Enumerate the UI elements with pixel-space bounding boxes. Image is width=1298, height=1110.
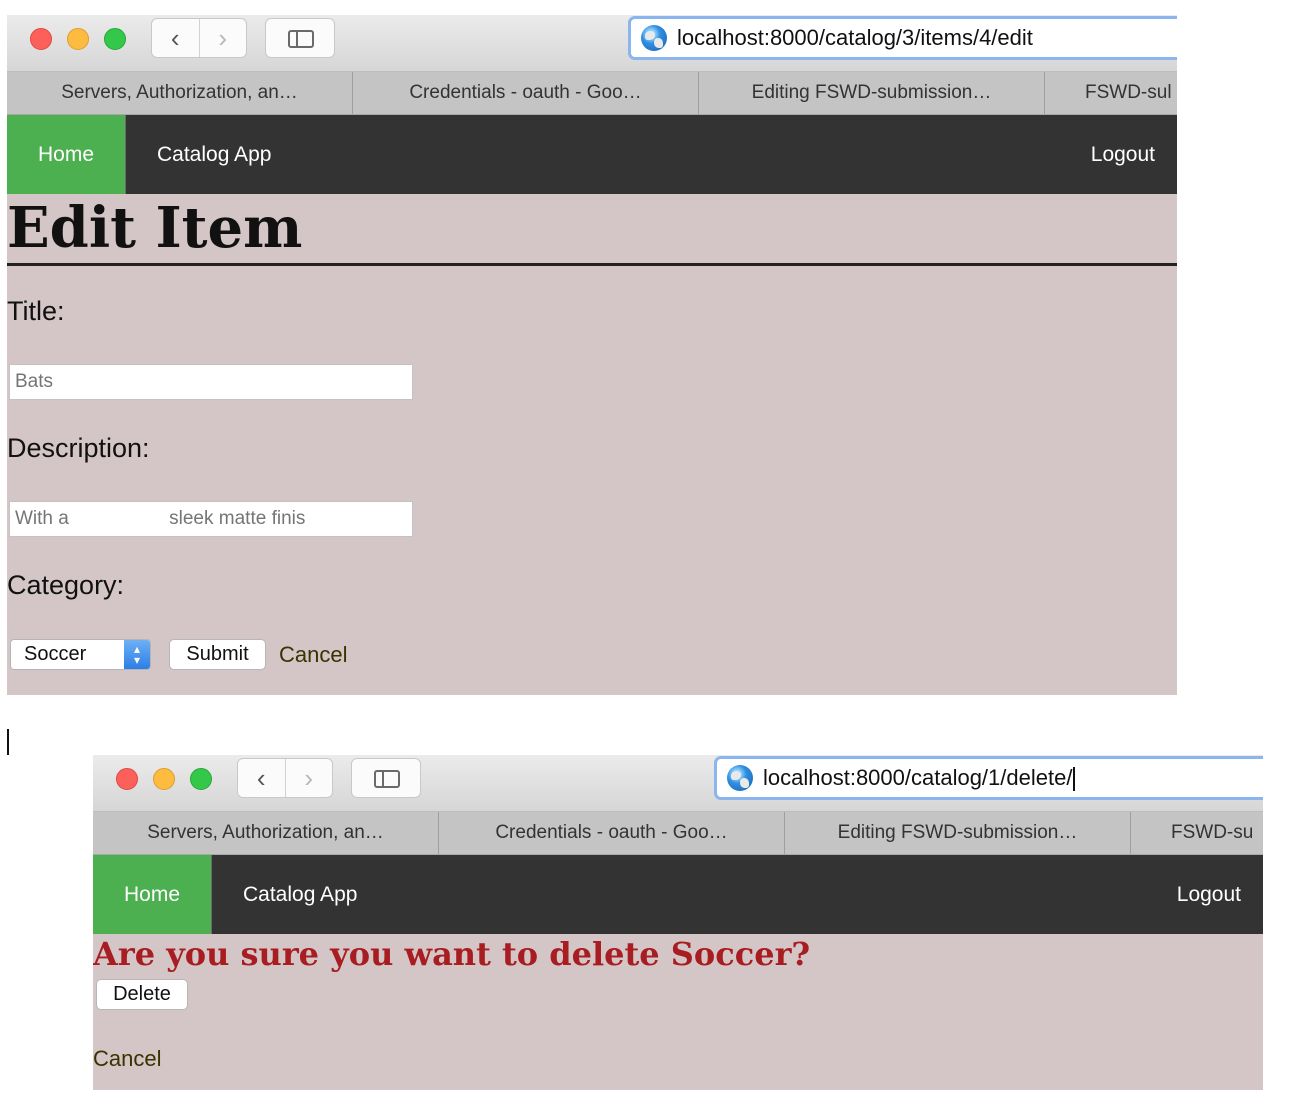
category-label: Category: bbox=[7, 570, 125, 600]
tab-servers[interactable]: Servers, Authorization, an… bbox=[7, 72, 353, 114]
tab-editing-submission[interactable]: Editing FSWD-submission… bbox=[699, 72, 1045, 114]
tab-credentials[interactable]: Credentials - oauth - Goo… bbox=[439, 812, 785, 854]
history-nav: ‹ › bbox=[151, 18, 247, 58]
browser-window-edit: ‹ › localhost:8000/catalog/3/items/4/edi… bbox=[7, 15, 1177, 695]
globe-icon bbox=[641, 25, 667, 51]
delete-button[interactable]: Delete bbox=[96, 979, 188, 1010]
sidebar-toggle-button[interactable] bbox=[351, 758, 421, 798]
delete-confirmation-heading: Are you sure you want to delete Soccer? bbox=[93, 935, 811, 973]
page-content: Are you sure you want to delete Soccer? … bbox=[93, 934, 1263, 1090]
globe-icon bbox=[727, 765, 753, 791]
tab-bar: Servers, Authorization, an… Credentials … bbox=[93, 812, 1263, 855]
description-label: Description: bbox=[7, 433, 150, 463]
nav-home-link[interactable]: Home bbox=[7, 115, 126, 194]
select-arrows-icon: ▴ ▾ bbox=[124, 640, 150, 669]
tab-editing-submission[interactable]: Editing FSWD-submission… bbox=[785, 812, 1131, 854]
cancel-link[interactable]: Cancel bbox=[93, 1046, 161, 1072]
site-navbar: Home Catalog App Logout bbox=[93, 855, 1263, 934]
forward-button[interactable]: › bbox=[198, 19, 247, 57]
submit-button[interactable]: Submit bbox=[169, 639, 266, 670]
page-content: Edit Item Title: Description: Category: … bbox=[7, 194, 1177, 695]
text-caret bbox=[1073, 767, 1076, 792]
title-input[interactable] bbox=[9, 364, 413, 400]
close-window-button[interactable] bbox=[116, 768, 138, 790]
nav-catalog-app-link[interactable]: Catalog App bbox=[157, 115, 271, 194]
browser-window-delete: ‹ › localhost:8000/catalog/1/delete/ Ser… bbox=[93, 755, 1263, 1090]
zoom-window-button[interactable] bbox=[104, 28, 126, 50]
url-value: localhost:8000/catalog/1/delete/ bbox=[763, 764, 1073, 790]
sidebar-icon bbox=[374, 770, 400, 788]
browser-toolbar: ‹ › localhost:8000/catalog/3/items/4/edi… bbox=[7, 15, 1177, 72]
cancel-link[interactable]: Cancel bbox=[279, 642, 347, 668]
text-cursor bbox=[7, 729, 9, 755]
title-label: Title: bbox=[7, 296, 65, 326]
tab-credentials[interactable]: Credentials - oauth - Goo… bbox=[353, 72, 699, 114]
address-bar[interactable]: localhost:8000/catalog/3/items/4/edit bbox=[628, 16, 1177, 60]
minimize-window-button[interactable] bbox=[67, 28, 89, 50]
sidebar-icon bbox=[288, 30, 314, 48]
nav-catalog-app-link[interactable]: Catalog App bbox=[243, 855, 357, 934]
sidebar-toggle-button[interactable] bbox=[265, 18, 335, 58]
tab-bar: Servers, Authorization, an… Credentials … bbox=[7, 72, 1177, 115]
category-selected-value: Soccer bbox=[24, 643, 87, 665]
tab-fswd[interactable]: FSWD-sul bbox=[1045, 72, 1177, 114]
nav-logout-link[interactable]: Logout bbox=[1177, 855, 1241, 934]
zoom-window-button[interactable] bbox=[190, 768, 212, 790]
nav-home-link[interactable]: Home bbox=[93, 855, 212, 934]
category-select[interactable]: Soccer ▴ ▾ bbox=[10, 639, 151, 670]
browser-toolbar: ‹ › localhost:8000/catalog/1/delete/ bbox=[93, 755, 1263, 812]
url-text[interactable]: localhost:8000/catalog/3/items/4/edit bbox=[677, 25, 1033, 51]
tab-servers[interactable]: Servers, Authorization, an… bbox=[93, 812, 439, 854]
minimize-window-button[interactable] bbox=[153, 768, 175, 790]
url-text[interactable]: localhost:8000/catalog/1/delete/ bbox=[763, 764, 1076, 792]
back-button[interactable]: ‹ bbox=[152, 19, 199, 57]
page-title: Edit Item bbox=[7, 194, 1177, 266]
forward-button[interactable]: › bbox=[284, 759, 333, 797]
nav-logout-link[interactable]: Logout bbox=[1091, 115, 1155, 194]
history-nav: ‹ › bbox=[237, 758, 333, 798]
address-bar[interactable]: localhost:8000/catalog/1/delete/ bbox=[714, 756, 1263, 800]
site-navbar: Home Catalog App Logout bbox=[7, 115, 1177, 194]
tab-fswd[interactable]: FSWD-su bbox=[1131, 812, 1263, 854]
description-input[interactable] bbox=[9, 501, 413, 537]
back-button[interactable]: ‹ bbox=[238, 759, 285, 797]
close-window-button[interactable] bbox=[30, 28, 52, 50]
